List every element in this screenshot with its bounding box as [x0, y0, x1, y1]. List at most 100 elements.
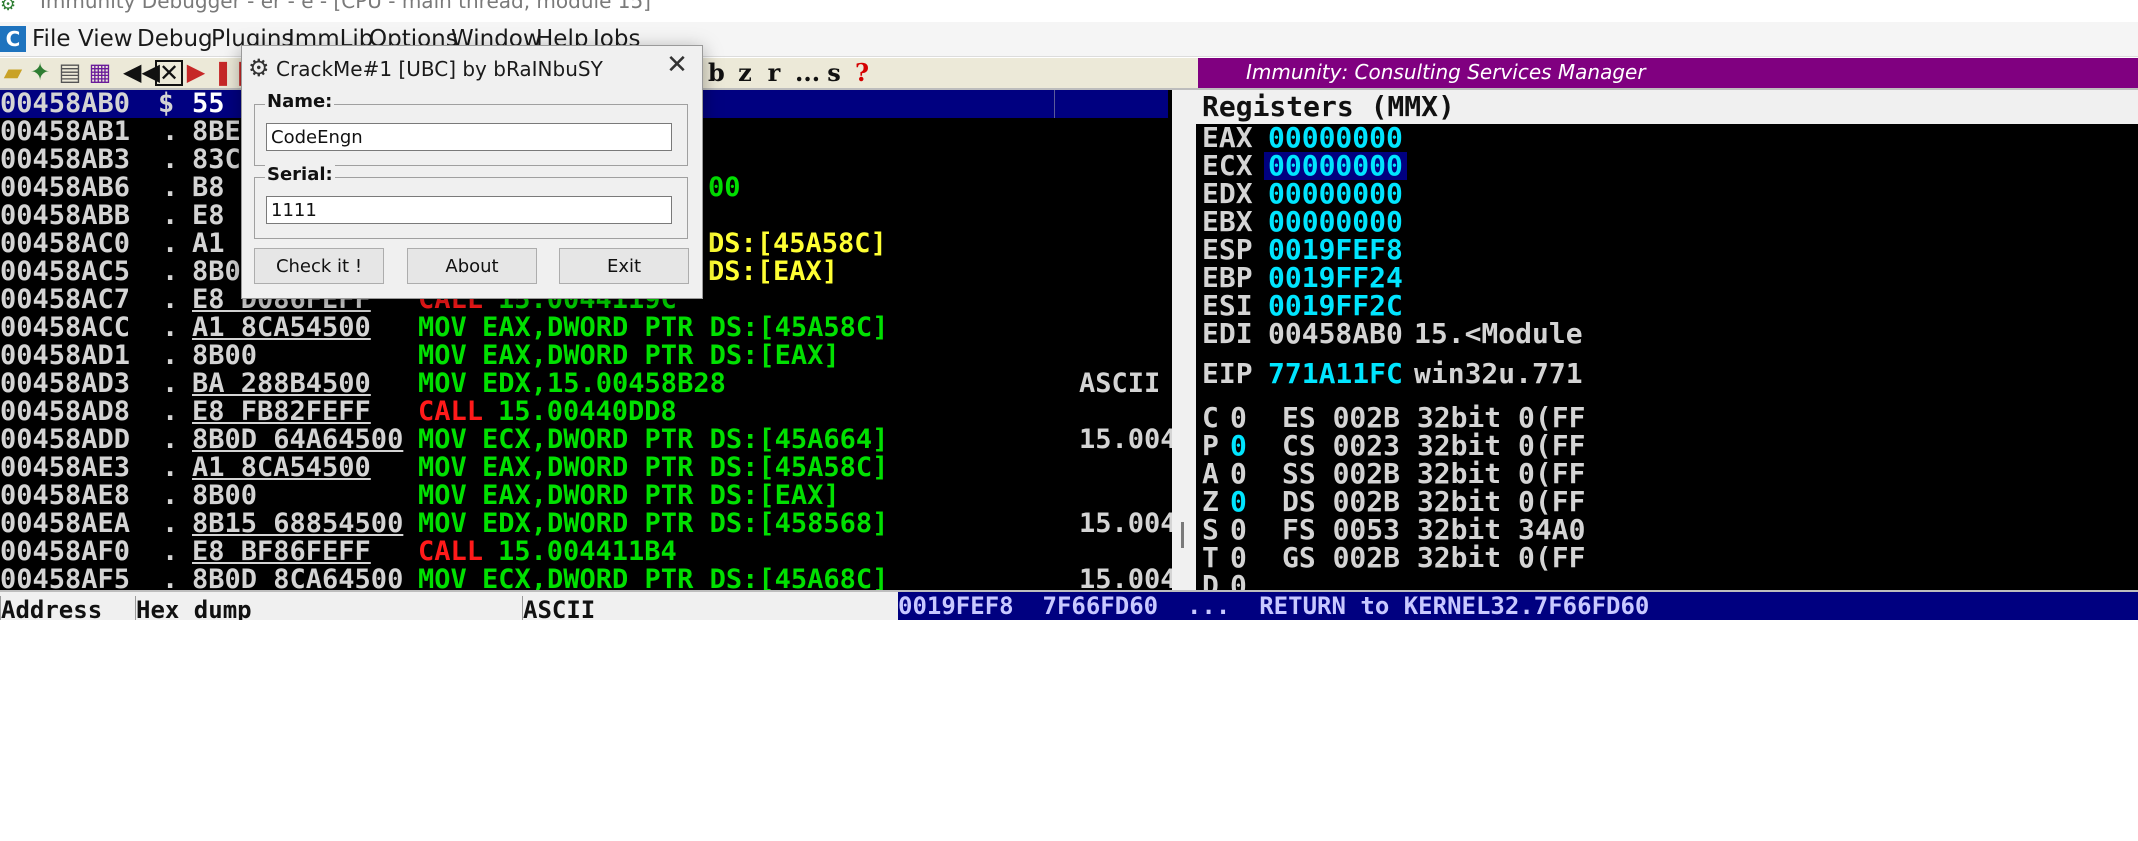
disasm-address: 00458AF0 — [0, 536, 131, 567]
menu-view[interactable]: View — [78, 26, 133, 52]
flag-value[interactable]: 0 — [1230, 460, 1247, 488]
disasm-address: 00458AE8 — [0, 480, 131, 511]
close-icon[interactable]: ✕ — [662, 50, 692, 80]
pause-icon[interactable]: ❚❚ — [213, 59, 253, 85]
disasm-operands: EAX,DWORD PTR DS:[45A58C] — [482, 452, 889, 483]
flag-row[interactable]: P 0 CS 0023 32bit 0(FF — [1202, 432, 1585, 460]
register-row[interactable]: EDX 00000000 — [1202, 180, 1403, 208]
disasm-mark: . — [162, 228, 179, 259]
toolbar-letter-ellipsis[interactable]: ... — [795, 60, 820, 86]
disasm-hex-bytes: A1 8CA54500 — [192, 452, 371, 483]
open-folder-icon[interactable]: ▰ — [2, 59, 24, 85]
register-row-eip[interactable]: EIP 771A11FC win32u.771 — [1202, 360, 1583, 388]
disasm-hex-bytes: E8 — [192, 200, 225, 231]
flag-row[interactable]: S 0 FS 0053 32bit 34A0 — [1202, 516, 1585, 544]
menu-debug[interactable]: Debug — [137, 26, 213, 52]
register-value[interactable]: 00000000 — [1268, 180, 1403, 208]
disasm-hex-bytes: 55 — [192, 90, 225, 119]
disasm-operands: EAX,DWORD PTR DS:[EAX] — [482, 480, 840, 511]
disasm-mark: . — [162, 536, 179, 567]
consulting-services-label: Immunity: Consulting Services Manager — [1246, 60, 1646, 84]
run-icon[interactable]: ▶ — [185, 59, 207, 85]
help-icon[interactable]: ? — [854, 60, 870, 86]
register-row[interactable]: ESP 0019FEF8 — [1202, 236, 1403, 264]
exit-button[interactable]: Exit — [559, 248, 689, 284]
disasm-address: 00458ADD — [0, 424, 131, 455]
disasm-address: 00458AB1 — [0, 116, 131, 147]
disasm-address: 00458AEA — [0, 508, 131, 539]
disasm-address: 00458AF5 — [0, 564, 131, 591]
register-row[interactable]: EBX 00000000 — [1202, 208, 1403, 236]
register-value[interactable]: 00000000 — [1264, 152, 1407, 180]
menu-file[interactable]: File — [32, 26, 71, 52]
column-divider — [1054, 90, 1055, 118]
disasm-hex-bytes: 83C — [192, 144, 241, 175]
close-program-icon[interactable]: ▤ — [58, 59, 82, 85]
toolbar-letter-b[interactable]: b — [708, 60, 725, 86]
register-value[interactable]: 0019FEF8 — [1268, 236, 1403, 264]
flag-value[interactable]: 0 — [1230, 432, 1247, 460]
gear-icon: ⚙ — [248, 54, 270, 82]
dump-stack-strip: Address Hex dump ASCII 0019FEF8 7F66FD60… — [0, 590, 2138, 620]
register-value[interactable]: 771A11FC — [1268, 360, 1403, 388]
flag-value[interactable]: 0 — [1230, 544, 1247, 572]
flag-value[interactable]: 0 — [1230, 404, 1247, 432]
register-row[interactable]: ECX 00000000 — [1202, 152, 1407, 180]
restart-icon[interactable]: ▦ — [88, 59, 112, 85]
toolbar-letter-r[interactable]: r — [766, 60, 782, 86]
toolbar-letter-z[interactable]: z — [737, 60, 753, 86]
stop-icon[interactable]: ✕ — [155, 60, 183, 86]
disasm-operands: 15.00440DD8 — [498, 396, 677, 427]
segment-register-info: SS 002B 32bit 0(FF — [1282, 457, 1586, 490]
register-value[interactable]: 00000000 — [1268, 208, 1403, 236]
register-value[interactable]: 0019FF2C — [1268, 292, 1403, 320]
flag-row[interactable]: A 0 SS 002B 32bit 0(FF — [1202, 460, 1585, 488]
disasm-address: 00458AB3 — [0, 144, 131, 175]
registers-pane[interactable]: Registers (MMX) EAX 00000000 ECX 00000000 ED… — [1196, 90, 2138, 590]
rewind-icon[interactable]: ◀◀ — [123, 59, 160, 85]
flag-value[interactable]: 0 — [1230, 516, 1247, 544]
disasm-operands: 00 — [708, 172, 741, 203]
serial-input[interactable] — [266, 196, 672, 224]
disasm-address: 00458AC0 — [0, 228, 131, 259]
flag-value[interactable]: 0 — [1230, 488, 1247, 516]
segment-register-info: CS 0023 32bit 0(FF — [1282, 429, 1586, 462]
serial-label: Serial: — [265, 164, 335, 185]
name-group: Name: — [254, 91, 688, 166]
toolbar-letter-s[interactable]: s — [826, 60, 842, 86]
flag-row[interactable]: T 0 GS 002B 32bit 0(FF — [1202, 544, 1585, 572]
cpu-window-icon[interactable]: C — [0, 26, 26, 52]
disasm-operands: EAX,DWORD PTR DS:[45A58C] — [482, 312, 889, 343]
register-value[interactable]: 00000000 — [1268, 124, 1403, 152]
register-row[interactable]: EDI 00458AB0 15.<Module — [1202, 320, 1583, 348]
register-row[interactable]: ESI 0019FF2C — [1202, 292, 1403, 320]
disasm-hex-bytes: 8B0D 8CA64500 — [192, 564, 404, 591]
register-annotation: win32u.771 — [1414, 357, 1583, 390]
dump-header-hex[interactable]: Hex dump — [135, 596, 523, 620]
disassembly-scrollbar[interactable] — [1172, 90, 1196, 590]
flag-value[interactable]: 0 — [1230, 572, 1247, 591]
stack-top-row[interactable]: 0019FEF8 7F66FD60 ... RETURN to KERNEL32… — [898, 592, 2138, 620]
disasm-hex-bytes: 8B00 — [192, 480, 258, 511]
dialog-title: CrackMe#1 [UBC] by bRaINbuSY — [276, 57, 603, 81]
registers-title: Registers (MMX) — [1196, 90, 2138, 124]
scroll-thumb[interactable] — [1181, 522, 1184, 548]
dump-header-address[interactable]: Address — [0, 596, 136, 620]
disasm-hex-bytes: 8B15 68854500 — [192, 508, 404, 539]
about-button[interactable]: About — [407, 248, 537, 284]
flag-row[interactable]: Z 0 DS 002B 32bit 0(FF — [1202, 488, 1585, 516]
register-value[interactable]: 0019FF24 — [1268, 264, 1403, 292]
register-row[interactable]: EBP 0019FF24 — [1202, 264, 1403, 292]
attach-icon[interactable]: ✦ — [28, 59, 52, 85]
check-button[interactable]: Check it ! — [254, 248, 384, 284]
disasm-address: 00458AD8 — [0, 396, 131, 427]
name-input[interactable] — [266, 123, 672, 151]
register-value[interactable]: 00458AB0 — [1268, 320, 1403, 348]
dump-header-ascii[interactable]: ASCII — [522, 596, 633, 620]
consulting-services-banner[interactable]: Immunity: Consulting Services Manager — [1198, 58, 2138, 88]
register-row[interactable]: EAX 00000000 — [1202, 124, 1403, 152]
flag-row[interactable]: C 0 ES 002B 32bit 0(FF — [1202, 404, 1585, 432]
flag-row[interactable]: D0 — [1202, 572, 1247, 591]
disasm-mnemonic: CALL — [418, 396, 484, 427]
disasm-mnemonic: MOV — [418, 508, 467, 539]
